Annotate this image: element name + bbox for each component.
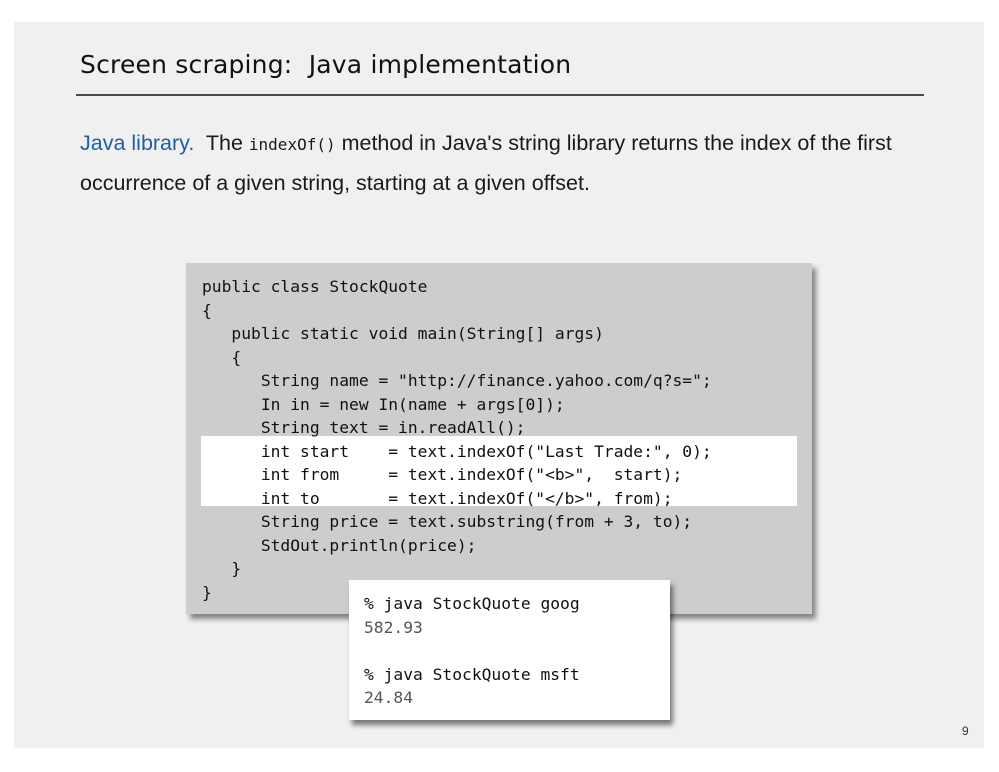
description-paragraph: Java library. The indexOf() method in Ja… [80,124,940,203]
code-line: public class StockQuote [202,277,428,296]
slide-title: Screen scraping: Java implementation [80,50,572,79]
code-line: StdOut.println(price); [202,535,477,555]
title-divider [76,94,924,96]
code-lines: public class StockQuote { public static … [202,275,712,604]
code-line: } [202,559,242,578]
terminal-result: 582.93 [364,617,423,637]
code-listing: public class StockQuote { public static … [186,263,812,614]
terminal-command: % java StockQuote goog [364,594,580,613]
code-line-highlighted: int from = text.indexOf("<b>", start); [202,465,683,484]
page-number: 9 [962,724,969,738]
code-line: In in = new In(name + args[0]); [202,394,565,414]
terminal-command: % java StockQuote msft [364,664,580,684]
code-line: { [202,300,212,320]
code-line-highlighted: int to = text.indexOf("</b>", from); [202,488,673,508]
terminal-output: % java StockQuote goog 582.93 % java Sto… [349,580,670,720]
paragraph-text-before: The [194,131,249,155]
paragraph-lead: Java library. [80,131,195,155]
inline-code: indexOf() [248,135,336,154]
code-line-highlighted: int start = text.indexOf("Last Trade:", … [202,441,712,461]
code-line: String name = "http://finance.yahoo.com/… [202,371,712,390]
code-line: String price = text.substring(from + 3, … [202,512,693,531]
code-line: String text = in.readAll(); [202,418,526,437]
output-lines: % java StockQuote goog 582.93 % java Sto… [364,592,580,710]
code-line: public static void main(String[] args) [202,324,604,343]
slide: Screen scraping: Java implementation Jav… [14,22,984,748]
code-line: { [202,347,242,367]
terminal-result: 24.84 [364,688,414,707]
